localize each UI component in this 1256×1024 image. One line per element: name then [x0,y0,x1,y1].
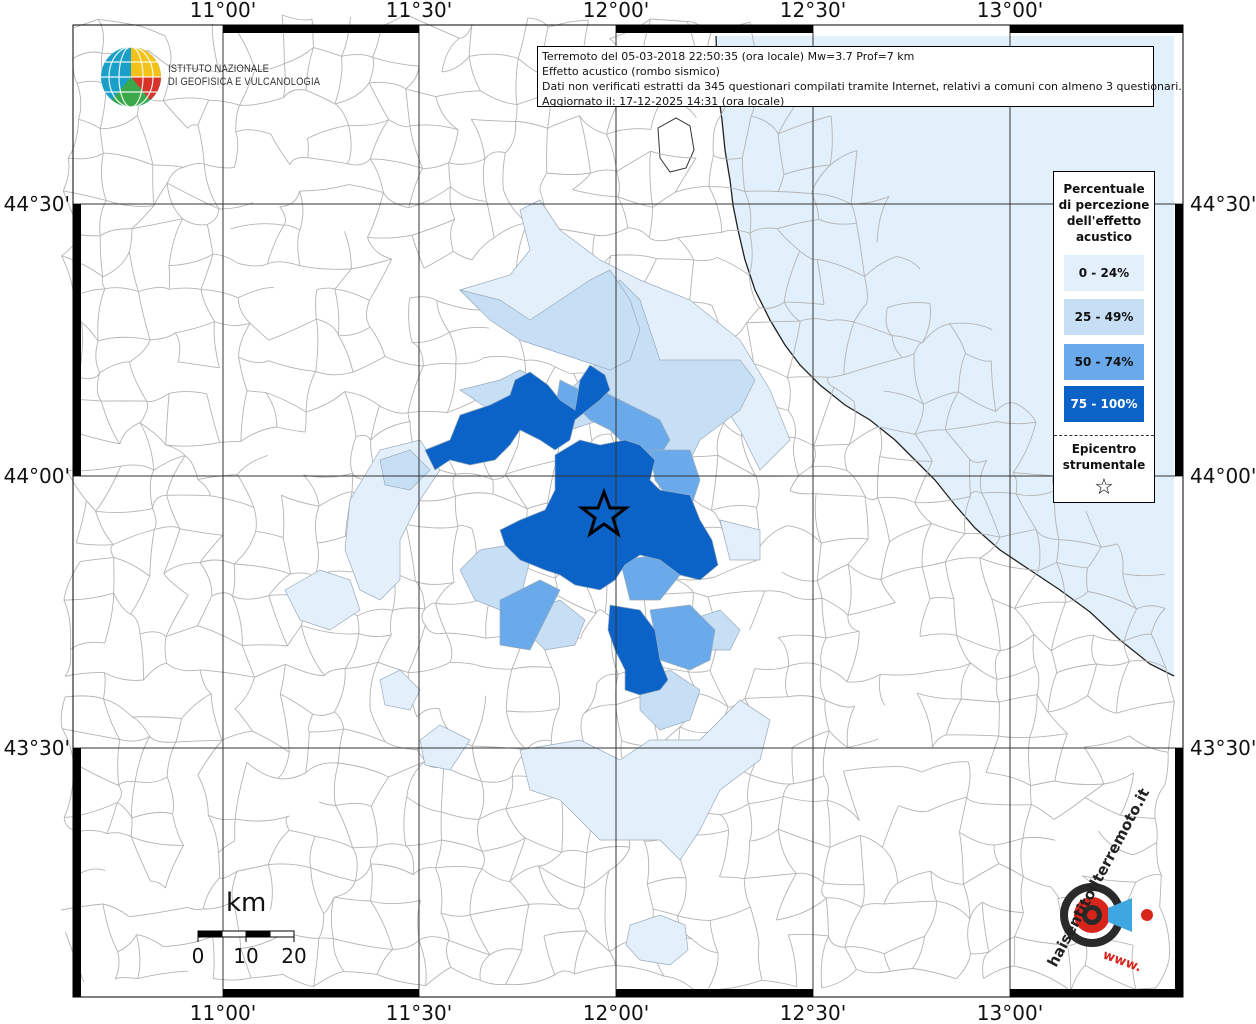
municipal-boundary [650,18,688,23]
lon-tick-bottom-3: 12°00' [582,1001,650,1024]
lon-tick-bottom-4: 12°30' [779,1001,847,1024]
lon-tick-bottom-5: 13°00' [976,1001,1044,1024]
lat-tick-right-3: 43°30' [1190,736,1256,760]
legend-star-icon: ☆ [1094,475,1114,500]
legend-epicenter-label: Epicentro strumentale [1054,441,1154,473]
legend-title-line: dell'effetto [1066,214,1142,228]
lat-tick-left-3: 43°30' [3,736,70,760]
event-effect: Effetto acustico (rombo sismico) [542,65,720,78]
legend-class-75-100: 75 - 100% [1064,386,1144,422]
scale-bar-label-0: 0 [191,944,205,968]
lon-tick-top-4: 12°30' [779,0,847,22]
legend-title-line: di percezione [1058,198,1150,212]
legend-title-line: Percentuale [1063,182,1145,196]
lon-tick-top-1: 11°00' [189,0,257,22]
lon-tick-top-5: 13°00' [976,0,1044,22]
municipal-boundary [281,14,313,21]
lat-tick-left-1: 44°30' [3,192,70,216]
event-data-note: Dati non verificati estratti da 345 ques… [542,80,1182,93]
municipal-boundary [63,763,74,818]
municipal-boundary [63,599,72,650]
legend-epicenter-line: Epicentro [1071,442,1137,456]
lat-tick-right-1: 44°30' [1190,192,1256,216]
scale-bar-title: km [226,888,267,918]
event-title: Terremoto del 05-03-2018 22:50:35 (ora l… [542,50,915,63]
legend-title-line: acustico [1075,230,1133,244]
legend-epicenter-line: strumentale [1062,458,1146,472]
intensity-map: haisentitoilterremoto.it www. [60,13,1184,998]
map-page: haisentitoilterremoto.it www. 11°00' 11°… [0,0,1256,1024]
event-info-box: Terremoto del 05-03-2018 22:50:35 (ora l… [537,46,1182,108]
lon-tick-top-3: 12°00' [582,0,650,22]
institution-line-2: DI GEOFISICA E VULCANOLOGIA [168,76,321,88]
event-updated: Aggiornato il: 17-12-2025 14:31 (ora loc… [542,95,785,108]
lon-tick-bottom-2: 11°30' [385,1001,453,1024]
legend: Percentuale di percezione dell'effetto a… [1053,171,1155,503]
municipal-boundary [1013,936,1016,967]
legend-class-50-74: 50 - 74% [1064,344,1144,380]
municipal-boundary [60,696,66,729]
municipal-boundary [744,190,778,193]
institution-line-1: ISTITUTO NAZIONALE [168,63,270,75]
scale-bar-label-20: 20 [281,944,307,968]
ingv-logo-icon [101,46,161,108]
legend-class-25-49: 25 - 49% [1064,299,1144,335]
municipal-boundary [62,158,70,192]
lon-tick-top-2: 11°30' [385,0,453,22]
lat-tick-left-2: 44°00' [3,464,70,488]
lon-tick-bottom-1: 11°00' [189,1001,257,1024]
municipal-boundary [64,649,72,677]
institution-name: ISTITUTO NAZIONALE DI GEOFISICA E VULCAN… [168,63,320,89]
legend-divider [1054,435,1154,436]
municipal-boundary [61,255,74,297]
legend-class-0-24: 0 - 24% [1064,255,1144,291]
scale-bar-label-10: 10 [233,944,259,968]
lat-tick-right-2: 44°00' [1190,464,1256,488]
legend-title: Percentuale di percezione dell'effetto a… [1054,181,1154,245]
